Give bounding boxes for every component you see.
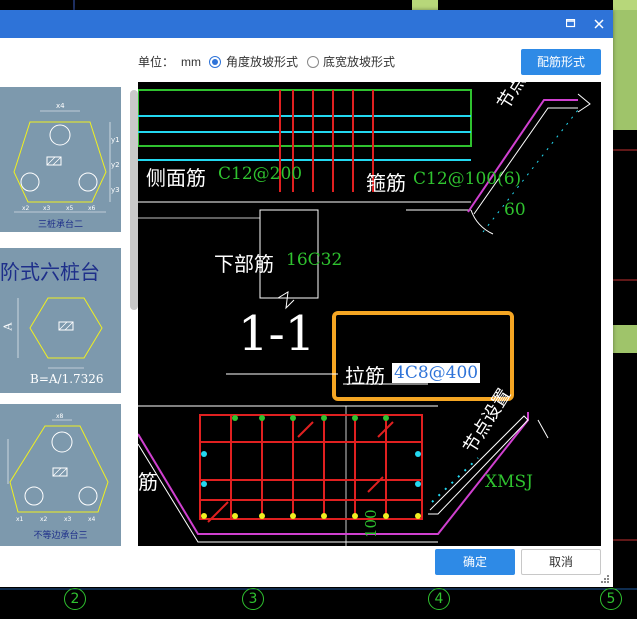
confirm-button[interactable]: 确定 bbox=[435, 549, 515, 575]
svg-text:x3: x3 bbox=[64, 516, 72, 523]
svg-text:x2: x2 bbox=[40, 516, 48, 523]
axis-label-3: 3 bbox=[242, 588, 264, 610]
unit-label: 单位： bbox=[138, 55, 175, 69]
svg-text:y1: y1 bbox=[111, 136, 120, 144]
bottom-rebar-label: 下部筋 bbox=[214, 252, 274, 276]
svg-text:x2: x2 bbox=[22, 205, 30, 212]
close-icon[interactable] bbox=[585, 10, 613, 38]
template-caption-3: 不等边承台三 bbox=[33, 530, 88, 540]
template-formula: B=A/1.7326 bbox=[30, 372, 104, 386]
svg-text:y3: y3 bbox=[111, 186, 120, 194]
template-caption-1: 三桩承台二 bbox=[37, 219, 83, 229]
svg-text:y2: y2 bbox=[111, 161, 120, 169]
width-slope-radio[interactable] bbox=[307, 56, 319, 68]
svg-text:x8: x8 bbox=[56, 413, 64, 420]
axis-label-5: 5 bbox=[600, 588, 622, 610]
xmsj-label: XMSJ bbox=[485, 472, 533, 492]
unequal-pile-cap-diagram: x8 x1 x2 x3 x4 bbox=[7, 413, 109, 523]
angle-slope-radio[interactable] bbox=[209, 56, 221, 68]
rebar-settings-dialog: 单位： mm 角度放坡形式 底宽放坡形式 配筋形式 x4 y1 y2 y3 x2… bbox=[0, 10, 613, 587]
left-rebar-fragment: 筋 bbox=[138, 470, 158, 494]
template-thumbnail-1[interactable]: x4 y1 y2 y3 x2 x3 x5 x6 三桩承台二 bbox=[0, 87, 121, 232]
unit-value: mm bbox=[181, 55, 201, 69]
stirrup-label: 箍筋 bbox=[366, 171, 406, 195]
width-slope-label[interactable]: 底宽放坡形式 bbox=[323, 52, 395, 72]
stirrup-value[interactable]: C12@100(6) bbox=[413, 169, 521, 189]
three-pile-cap-diagram: x4 y1 y2 y3 x2 x3 x5 x6 bbox=[13, 102, 120, 213]
tie-rebar-value[interactable]: 4C8@400 bbox=[392, 363, 481, 383]
template-label-a: A bbox=[1, 322, 15, 331]
bottom-rebar-value[interactable]: 16C32 bbox=[286, 250, 342, 270]
section-label: 1-1 bbox=[238, 306, 316, 362]
section-drawing-canvas[interactable]: 侧面筋 C12@200 箍筋 C12@100(6) 下部筋 16C32 60 1… bbox=[138, 82, 601, 546]
dialog-toolbar: 单位： mm 角度放坡形式 底宽放坡形式 配筋形式 bbox=[0, 48, 613, 78]
template-thumbnail-2[interactable]: 阶式六桩台 A B=A/1.7326 bbox=[0, 248, 121, 393]
resize-grip-icon[interactable] bbox=[600, 574, 610, 584]
svg-text:x4: x4 bbox=[56, 102, 65, 110]
bottom-number-fragment: 100 bbox=[362, 509, 380, 538]
svg-text:x4: x4 bbox=[88, 516, 96, 523]
svg-text:x3: x3 bbox=[43, 205, 51, 212]
cancel-button[interactable]: 取消 bbox=[521, 549, 601, 575]
axis-label-2: 2 bbox=[64, 588, 86, 610]
angle-slope-label[interactable]: 角度放坡形式 bbox=[226, 52, 298, 72]
svg-text:x5: x5 bbox=[66, 205, 74, 212]
svg-text:x1: x1 bbox=[16, 516, 24, 523]
tie-rebar-label: 拉筋 bbox=[345, 364, 385, 388]
maximize-icon[interactable] bbox=[557, 10, 585, 38]
dialog-titlebar[interactable] bbox=[0, 10, 613, 38]
rebar-form-button[interactable]: 配筋形式 bbox=[521, 49, 601, 75]
dialog-footer: 确定 取消 bbox=[0, 546, 613, 587]
axis-label-4: 4 bbox=[428, 588, 450, 610]
template-thumbnail-3[interactable]: x8 x1 x2 x3 x4 不等边承台三 bbox=[0, 404, 121, 546]
side-rebar-label: 侧面筋 bbox=[146, 166, 206, 190]
template-list-scrollbar[interactable] bbox=[130, 90, 138, 310]
svg-text:x6: x6 bbox=[88, 205, 96, 212]
slope-angle-value: 60 bbox=[504, 200, 526, 220]
side-rebar-value[interactable]: C12@200 bbox=[218, 164, 302, 184]
template-list: x4 y1 y2 y3 x2 x3 x5 x6 三桩承台二 阶式六桩台 A B=… bbox=[0, 82, 141, 546]
